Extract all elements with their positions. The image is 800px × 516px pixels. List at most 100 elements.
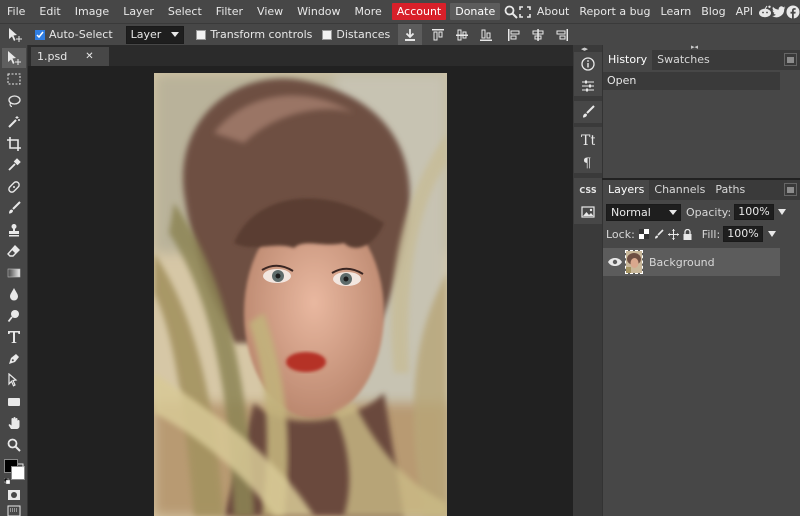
api-link[interactable]: API (731, 0, 758, 23)
path-selection-tool-icon[interactable] (2, 370, 26, 390)
menu-file[interactable]: File (0, 0, 32, 23)
menu-filter[interactable]: Filter (209, 0, 250, 23)
tab-channels[interactable]: Channels (649, 180, 710, 200)
document-tab-name: 1.psd (37, 50, 68, 63)
layer-row[interactable]: Background (603, 248, 780, 276)
crop-tool-icon[interactable] (2, 134, 26, 154)
document-image[interactable] (154, 73, 447, 516)
checkbox-unchecked-icon (322, 29, 333, 40)
checkbox-unchecked-icon (196, 29, 207, 40)
report-bug-link[interactable]: Report a bug (574, 0, 655, 23)
fill-input[interactable]: 100% (723, 226, 763, 242)
align-vertical-center-icon[interactable] (450, 24, 474, 46)
document-tab-bar: 1.psd ✕ (28, 45, 573, 66)
twitter-icon[interactable] (772, 0, 786, 23)
brush-tool-icon[interactable] (2, 198, 26, 218)
fill-label: Fill: (701, 227, 721, 241)
marquee-tool-icon[interactable] (2, 69, 26, 89)
lasso-tool-icon[interactable] (2, 91, 26, 111)
transform-controls-checkbox[interactable]: Transform controls (196, 28, 312, 41)
layer-thumbnail (625, 250, 643, 274)
portrait-photo (154, 73, 447, 516)
lock-transparency-icon[interactable] (638, 229, 649, 239)
dodge-tool-icon[interactable] (2, 306, 26, 326)
eraser-tool-icon[interactable] (2, 241, 26, 261)
paragraph-icon[interactable]: ¶ (575, 151, 601, 173)
reddit-icon[interactable] (758, 0, 772, 23)
lock-pixels-icon[interactable] (654, 229, 664, 239)
hand-tool-icon[interactable] (2, 413, 26, 433)
eye-icon[interactable] (608, 257, 622, 267)
type-tool-icon[interactable] (2, 327, 26, 347)
close-icon[interactable]: ✕ (85, 51, 93, 62)
align-right-icon[interactable] (550, 24, 574, 46)
blend-mode-dropdown[interactable]: Normal (606, 203, 681, 221)
history-panel: ▸◂ History Swatches Open (602, 43, 800, 178)
align-top-icon[interactable] (426, 24, 450, 46)
info-icon[interactable] (575, 53, 601, 75)
auto-select-checkbox[interactable]: Auto-Select (35, 28, 113, 41)
search-icon[interactable] (504, 0, 518, 23)
opacity-dropdown-icon[interactable] (777, 209, 786, 215)
lock-label: Lock: (606, 227, 635, 241)
download-arrange-icon[interactable] (398, 23, 423, 46)
tab-history[interactable]: History (603, 50, 653, 70)
canvas-area[interactable] (28, 66, 573, 516)
menu-layer[interactable]: Layer (116, 0, 161, 23)
rectangle-shape-tool-icon[interactable] (2, 392, 26, 412)
learn-link[interactable]: Learn (656, 0, 697, 23)
menu-view[interactable]: View (250, 0, 290, 23)
facebook-icon[interactable] (786, 0, 800, 23)
panel-menu-icon[interactable] (784, 53, 797, 66)
align-left-icon[interactable] (502, 24, 526, 46)
document-tab[interactable]: 1.psd ✕ (31, 47, 109, 66)
quick-mask-icon[interactable] (2, 485, 26, 505)
tab-layers[interactable]: Layers (603, 180, 650, 200)
tab-paths[interactable]: Paths (710, 180, 750, 200)
move-tool-icon[interactable] (2, 48, 26, 68)
about-link[interactable]: About (532, 0, 575, 23)
distances-checkbox[interactable]: Distances (322, 28, 390, 41)
magic-wand-tool-icon[interactable] (2, 112, 26, 132)
tab-swatches[interactable]: Swatches (652, 50, 715, 70)
color-swatches[interactable] (3, 459, 26, 485)
menu-image[interactable]: Image (68, 0, 116, 23)
donate-button[interactable]: Donate (450, 3, 501, 20)
default-colors-icon[interactable] (3, 474, 11, 485)
adjustments-icon[interactable] (575, 75, 601, 97)
opacity-input[interactable]: 100% (734, 204, 774, 220)
align-bottom-icon[interactable] (474, 24, 498, 46)
panel-icon-column: ◂▸ Tt ¶ CSS (573, 45, 602, 516)
blog-link[interactable]: Blog (696, 0, 730, 23)
auto-select-target-dropdown[interactable]: Layer (125, 25, 185, 44)
blur-tool-icon[interactable] (2, 284, 26, 304)
distances-label: Distances (336, 28, 391, 41)
fullscreen-icon[interactable] (518, 0, 532, 23)
history-item[interactable]: Open (603, 72, 780, 90)
gradient-tool-icon[interactable] (2, 263, 26, 283)
eyedropper-tool-icon[interactable] (2, 155, 26, 175)
zoom-tool-icon[interactable] (2, 435, 26, 455)
account-button[interactable]: Account (391, 3, 447, 20)
lock-all-icon[interactable] (683, 228, 692, 240)
image-panel-icon[interactable] (575, 201, 601, 223)
screen-mode-icon[interactable] (2, 505, 26, 516)
css-panel-icon[interactable]: CSS (575, 179, 601, 201)
menu-window[interactable]: Window (290, 0, 347, 23)
swap-colors-icon[interactable] (18, 459, 25, 468)
brush-settings-icon[interactable] (575, 101, 601, 123)
lock-position-icon[interactable] (667, 228, 679, 240)
align-horizontal-center-icon[interactable] (526, 24, 550, 46)
fill-dropdown-icon[interactable] (767, 231, 776, 237)
menu-more[interactable]: More (348, 0, 389, 23)
clone-stamp-tool-icon[interactable] (2, 220, 26, 240)
chevron-down-icon (171, 32, 180, 37)
healing-brush-tool-icon[interactable] (2, 177, 26, 197)
panel-menu-icon[interactable] (784, 183, 797, 196)
pen-tool-icon[interactable] (2, 349, 26, 369)
menu-select[interactable]: Select (161, 0, 209, 23)
menu-edit[interactable]: Edit (32, 0, 67, 23)
character-icon[interactable]: Tt (575, 129, 601, 151)
opacity-label: Opacity: (686, 205, 732, 219)
auto-select-target-value: Layer (130, 28, 162, 41)
